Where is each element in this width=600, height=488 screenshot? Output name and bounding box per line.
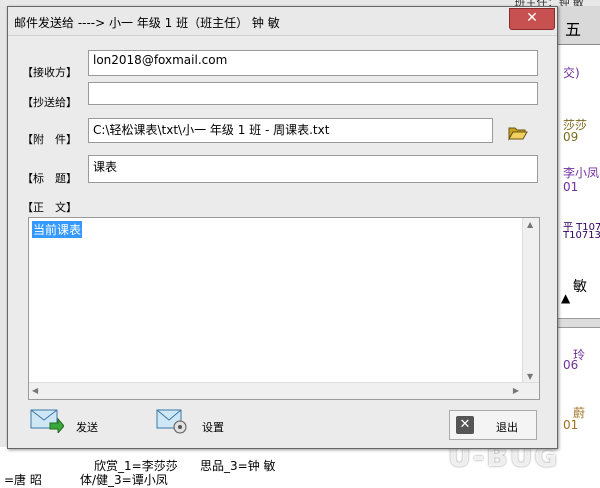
background-timetable-column: 五 交) 莎莎 09 李小凤 01 平 T10713 T10713 敏 ▲ 玲 …	[556, 6, 600, 448]
timetable-divider	[557, 318, 600, 328]
open-folder-icon[interactable]	[508, 125, 528, 141]
dialog-title: 邮件发送给 ----> 小一 年级 1 班（班主任） 钟 敏	[14, 16, 280, 30]
horizontal-scrollbar[interactable]: ◀ ▶	[29, 382, 539, 399]
cc-field[interactable]	[88, 82, 538, 105]
exit-label: 退出	[496, 421, 518, 434]
scroll-right-icon[interactable]: ▶	[513, 386, 519, 395]
close-x-icon: ✕	[456, 416, 474, 434]
background-text: 思品_3=钟 敏	[200, 459, 276, 473]
timetable-cell: 06	[563, 358, 579, 372]
timetable-cell: 01	[563, 180, 579, 194]
to-label: 【接收方】	[22, 66, 77, 79]
timetable-cell: 李小凤	[563, 166, 600, 180]
subject-label: 【标 题】	[22, 172, 77, 185]
scroll-up-icon[interactable]: ▲	[527, 220, 533, 229]
settings-button[interactable]: 设置	[202, 419, 224, 435]
dialog-titlebar[interactable]: 邮件发送给 ----> 小一 年级 1 班（班主任） 钟 敏	[8, 7, 557, 36]
timetable-cell: 敏	[573, 279, 587, 295]
triangle-icon: ▲	[561, 291, 571, 305]
body-selected-text: 当前课表	[32, 221, 83, 238]
send-button[interactable]: 发送	[76, 419, 98, 435]
vertical-scrollbar[interactable]: ▲ ▼	[522, 218, 539, 383]
timetable-cell: T10713	[563, 230, 600, 241]
subject-field[interactable]: 课表	[88, 155, 538, 183]
timetable-header: 五	[557, 6, 600, 45]
background-text: 体/健_3=谭小凤	[80, 473, 168, 487]
scroll-down-icon[interactable]: ▼	[527, 372, 533, 381]
attachment-field[interactable]: C:\轻松课表\txt\小一 年级 1 班 - 周课表.txt	[88, 118, 493, 143]
send-mail-icon[interactable]	[30, 407, 65, 436]
body-textarea[interactable]: 当前课表 ▲ ▼ ◀ ▶	[28, 217, 540, 400]
to-field[interactable]: lon2018@foxmail.com	[88, 50, 538, 76]
timetable-cell: 01	[563, 418, 579, 432]
cc-label: 【抄送给】	[22, 96, 77, 109]
timetable-cell: 交)	[563, 66, 580, 80]
timetable-cell: 09	[563, 130, 579, 144]
scroll-left-icon[interactable]: ◀	[32, 386, 38, 395]
exit-button[interactable]: ✕ 退出	[449, 410, 537, 440]
email-dialog: 邮件发送给 ----> 小一 年级 1 班（班主任） 钟 敏 ✕ 【接收方】 l…	[7, 6, 558, 449]
body-label: 【正 文】	[22, 201, 77, 214]
settings-mail-icon[interactable]	[156, 407, 188, 438]
background-text: =唐 昭	[4, 473, 42, 487]
close-button[interactable]: ✕	[509, 8, 555, 30]
attachment-label: 【附 件】	[22, 133, 77, 146]
